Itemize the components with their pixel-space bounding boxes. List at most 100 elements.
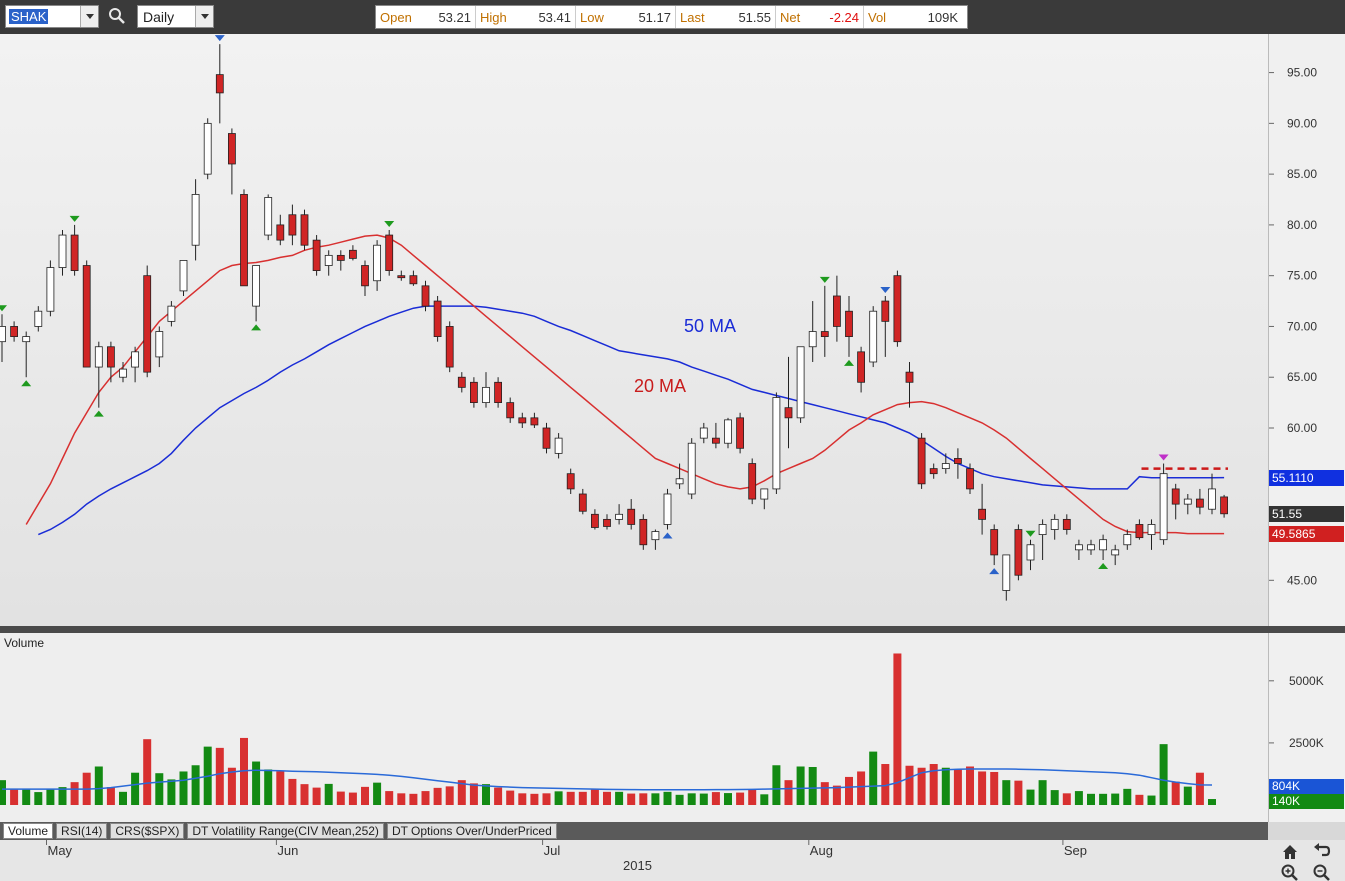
candle[interactable] [1123,529,1132,550]
candle[interactable] [457,372,466,393]
tab-dt-volatility-range-civ-mean-252[interactable]: DT Volatility Range(CIV Mean,252) [187,823,384,839]
candle[interactable] [990,524,999,566]
candle[interactable] [651,529,660,550]
candle[interactable] [748,458,757,505]
candle[interactable] [905,361,914,408]
symbol-dropdown-chevron-down-icon[interactable] [80,6,98,27]
period-select[interactable]: Daily [137,5,214,28]
candle[interactable] [155,326,164,368]
candle[interactable] [627,499,636,530]
candle[interactable] [276,214,285,246]
home-icon[interactable] [1280,843,1300,861]
search-icon[interactable] [108,7,126,25]
candle[interactable] [1171,483,1180,520]
candle[interactable] [530,412,539,428]
candle[interactable] [482,372,490,408]
candle[interactable] [397,270,406,281]
candle[interactable] [591,509,599,530]
candle[interactable] [46,260,55,317]
candle[interactable] [518,412,527,428]
candle[interactable] [736,412,744,454]
candle[interactable] [784,356,793,449]
candle[interactable] [167,301,176,327]
candle[interactable] [1196,488,1204,515]
candle[interactable] [1050,514,1059,540]
candle[interactable] [240,189,248,287]
candle[interactable] [445,321,454,373]
candle[interactable] [954,448,962,479]
candle[interactable] [264,194,273,241]
candle[interactable] [712,422,720,449]
candle[interactable] [1147,519,1156,550]
candle[interactable] [1087,539,1095,555]
candle[interactable] [941,453,950,474]
candle[interactable] [469,377,478,408]
candle[interactable] [893,270,902,347]
candle[interactable] [845,295,853,357]
zoom-in-icon[interactable] [1280,863,1300,881]
candle[interactable] [833,275,841,342]
candle[interactable] [385,229,394,276]
volume-pane[interactable] [0,633,1268,822]
date-axis[interactable]: May Jun Jul Aug Sep 2015 [0,840,1268,881]
candle[interactable] [772,392,781,494]
candle[interactable] [336,250,345,271]
candle[interactable] [796,346,805,423]
candle[interactable] [857,346,865,393]
candle[interactable] [1111,544,1120,566]
candle[interactable] [34,306,43,332]
period-dropdown-chevron-down-icon[interactable] [195,6,213,27]
candle[interactable] [639,514,648,550]
candle[interactable] [1208,473,1216,515]
candle[interactable] [1099,534,1107,560]
candle[interactable] [820,285,829,357]
candle[interactable] [494,377,503,408]
candle[interactable] [300,209,309,251]
candle[interactable] [687,438,696,500]
candle[interactable] [288,204,297,246]
candle[interactable] [1183,493,1192,515]
tab-rsi-14[interactable]: RSI(14) [56,823,108,839]
candle[interactable] [348,245,357,261]
candle[interactable] [663,488,672,530]
tab-volume[interactable]: Volume [3,823,54,839]
candle[interactable] [760,488,769,510]
candle[interactable] [22,331,31,378]
candle[interactable] [143,265,152,378]
candle[interactable] [615,504,623,525]
candle[interactable] [699,422,708,444]
tab-dt-options-over-underpriced[interactable]: DT Options Over/UnderPriced [386,823,557,839]
candle[interactable] [82,260,91,368]
candle[interactable] [131,346,140,383]
candle[interactable] [881,295,890,357]
candle[interactable] [1075,539,1083,560]
candle[interactable] [312,235,321,276]
candle[interactable] [107,341,115,383]
candle[interactable] [978,483,986,535]
candle[interactable] [542,422,551,454]
candle[interactable] [917,433,926,489]
candle[interactable] [433,295,442,342]
candle[interactable] [1002,554,1011,601]
candle[interactable] [1014,524,1023,581]
candle[interactable] [724,417,732,449]
candle[interactable] [179,260,188,296]
candle[interactable] [0,314,6,362]
candle[interactable] [1135,519,1144,540]
candle[interactable] [1026,539,1035,571]
candle[interactable] [506,397,515,423]
zoom-out-icon[interactable] [1312,863,1332,881]
candle[interactable] [554,433,563,459]
candle[interactable] [1062,514,1071,535]
candle[interactable] [252,265,261,322]
undo-icon[interactable] [1312,843,1332,861]
candle[interactable] [1038,519,1047,560]
candle[interactable] [215,44,224,124]
candle[interactable] [566,468,575,494]
candle[interactable] [373,240,382,291]
candle[interactable] [578,488,587,515]
candle[interactable] [929,463,938,479]
price-pane[interactable]: 50 MA 20 MA [0,34,1268,626]
symbol-input[interactable]: SHAK [5,5,99,28]
candle[interactable] [869,306,878,368]
